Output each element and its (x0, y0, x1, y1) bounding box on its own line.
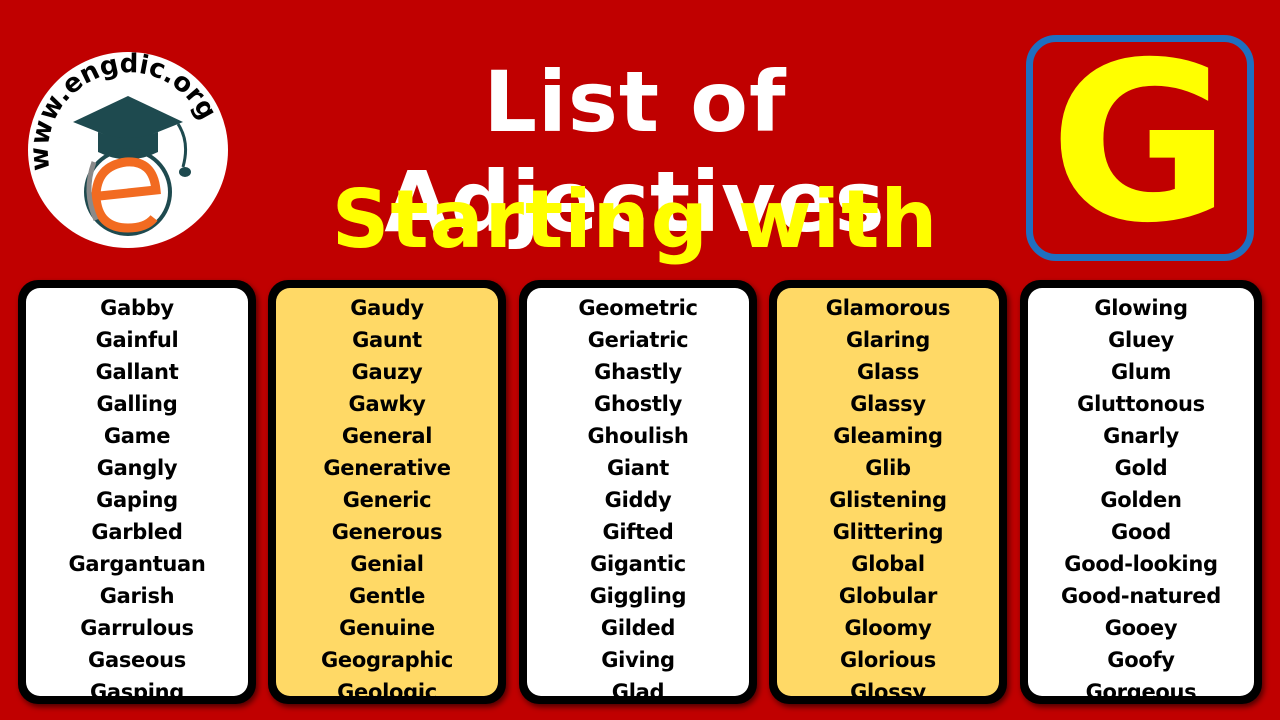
adjective-word: Generative (323, 456, 451, 480)
letter-g: G (1049, 15, 1231, 271)
adjective-word: Gentle (348, 584, 426, 608)
adjective-word: Goofy (1107, 648, 1175, 672)
adjective-word: Glamorous (825, 296, 951, 320)
adjective-word: Glad (611, 680, 665, 704)
adjective-word: Golden (1100, 488, 1182, 512)
adjective-word: Geometric (578, 296, 698, 320)
adjective-word: Gold (1114, 456, 1168, 480)
adjective-word: Ghostly (594, 392, 682, 416)
adjective-word: Gangly (96, 456, 178, 480)
adjective-word: Global (851, 552, 925, 576)
adjective-word: Genuine (339, 616, 435, 640)
adjective-word: Gaunt (352, 328, 422, 352)
adjective-word: Giving (601, 648, 675, 672)
adjective-word: Good-natured (1061, 584, 1221, 608)
adjective-word: Generic (342, 488, 432, 512)
adjective-word: Geographic (320, 648, 454, 672)
adjective-word: Game (103, 424, 171, 448)
adjective-word: Giddy (604, 488, 672, 512)
adjective-word: Glass (856, 360, 920, 384)
adjective-word: Galling (96, 392, 178, 416)
adjective-word: Globular (838, 584, 938, 608)
adjective-word: Glossy (850, 680, 926, 704)
adjective-word: Good-looking (1064, 552, 1218, 576)
adjective-word: Glistening (829, 488, 947, 512)
adjective-word: Glittering (832, 520, 944, 544)
adjective-word: Giant (606, 456, 670, 480)
word-column-2: Gaudy Gaunt Gauzy Gawky General Generative Gen… (268, 280, 506, 704)
adjective-word: Gallant (95, 360, 179, 384)
adjective-word: Garbled (91, 520, 183, 544)
adjective-word: Gluttonous (1077, 392, 1205, 416)
adjective-word: Good (1111, 520, 1171, 544)
adjective-word: Glib (865, 456, 911, 480)
adjective-word: Gaseous (88, 648, 186, 672)
adjective-word: Gleaming (833, 424, 943, 448)
adjective-word: Gauzy (351, 360, 423, 384)
word-column-5: Glowing Gluey Glum Gluttonous Gnarly Gold Gold… (1020, 280, 1262, 704)
site-logo[interactable]: www.engdic.org (28, 52, 228, 248)
letter-badge: G (1026, 15, 1254, 271)
adjective-word: Gaping (96, 488, 178, 512)
adjective-word: Gilded (600, 616, 676, 640)
word-column-3: Geometric Geriatric Ghastly Ghostly Ghoulish… (519, 280, 757, 704)
word-column-1: Gabby Gainful Gallant Galling Game Gangly Gapi… (18, 280, 256, 704)
adjective-word: Gluey (1108, 328, 1174, 352)
adjective-word: Gawky (348, 392, 426, 416)
graduation-cap-e-icon: www.engdic.org (28, 52, 222, 236)
adjective-word: Gasping (89, 680, 185, 704)
adjective-word: Giggling (589, 584, 687, 608)
adjective-word: Ghastly (594, 360, 682, 384)
adjective-word: Glorious (840, 648, 936, 672)
adjective-word: Geologic (337, 680, 437, 704)
adjective-word: Glassy (850, 392, 926, 416)
adjective-word: Gnarly (1103, 424, 1179, 448)
adjective-word: Geriatric (587, 328, 689, 352)
adjective-word: Ghoulish (587, 424, 689, 448)
adjective-word: Glaring (845, 328, 931, 352)
adjective-word: Glum (1110, 360, 1172, 384)
adjective-word: Genial (350, 552, 424, 576)
adjective-word: Gaudy (350, 296, 424, 320)
adjective-word: Generous (331, 520, 443, 544)
adjective-word: Garish (99, 584, 175, 608)
adjective-word: Garrulous (80, 616, 194, 640)
adjective-word: Gainful (95, 328, 179, 352)
adjective-word: Gorgeous (1085, 680, 1197, 704)
adjective-word: Gifted (602, 520, 674, 544)
adjective-word: Gloomy (844, 616, 932, 640)
adjective-word: Gargantuan (68, 552, 206, 576)
title-line-2: Starting with (331, 173, 939, 266)
adjective-word: General (341, 424, 433, 448)
word-column-4: Glamorous Glaring Glass Glassy Gleaming Glib G… (769, 280, 1007, 704)
adjective-word: Gabby (100, 296, 174, 320)
adjective-word: Gooey (1104, 616, 1178, 640)
adjective-word: Gigantic (590, 552, 686, 576)
adjective-word: Glowing (1094, 296, 1188, 320)
